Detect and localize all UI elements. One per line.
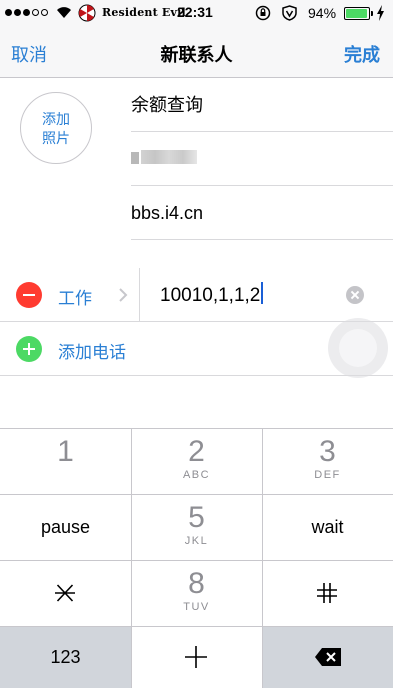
hash-key[interactable] — [262, 560, 393, 626]
phone-row: 工作 10010,1,1,2 — [0, 268, 393, 322]
asterisk-icon — [55, 584, 75, 602]
key-8[interactable]: 8 TUV — [131, 560, 262, 626]
star-key[interactable] — [0, 560, 131, 626]
keypad-divider — [0, 560, 393, 561]
key-2-digit: 2 — [188, 435, 205, 468]
key-5[interactable]: 5 JKL — [131, 494, 262, 560]
done-button[interactable]: 完成 — [344, 41, 380, 67]
divider — [139, 268, 140, 322]
company-field[interactable]: bbs.i4.cn — [131, 186, 393, 240]
pause-label: pause — [40, 517, 91, 537]
text-cursor — [261, 282, 264, 304]
phone-number-input[interactable]: 10010,1,1,2 — [160, 282, 264, 307]
charging-bolt-icon — [377, 5, 384, 21]
battery-percent: 94% — [308, 5, 337, 21]
keypad-divider — [0, 494, 393, 495]
clock: 22:31 — [177, 4, 213, 20]
key-3-letters: DEF — [314, 469, 341, 481]
wait-label: wait — [311, 517, 344, 537]
key-3-digit: 3 — [319, 435, 336, 468]
delete-phone-icon[interactable] — [16, 282, 42, 308]
cancel-button[interactable]: 取消 — [11, 41, 47, 67]
hash-icon — [317, 583, 337, 603]
add-photo-label-line1: 添加 — [42, 111, 70, 127]
company-value: bbs.i4.cn — [131, 203, 204, 223]
assistive-touch-button[interactable] — [328, 318, 388, 378]
keypad-divider — [0, 626, 393, 627]
add-phone-icon[interactable] — [16, 336, 42, 362]
key-1-digit: 1 — [57, 435, 74, 468]
phone-label-selector[interactable]: 工作 — [58, 284, 92, 309]
plus-key[interactable] — [131, 626, 262, 688]
add-photo-label-line2: 照片 — [42, 130, 70, 146]
pause-key[interactable]: pause — [0, 494, 131, 560]
redacted-text — [141, 150, 197, 164]
wait-key[interactable]: wait — [262, 494, 393, 560]
add-photo-button[interactable]: 添加 照片 — [20, 92, 92, 164]
mode-123-label: 123 — [50, 647, 81, 667]
status-bar: Resident Evil 22:31 94% — [0, 0, 393, 28]
key-2-letters: ABC — [182, 469, 211, 481]
key-3[interactable]: 3 DEF — [262, 428, 393, 494]
phone-keypad: 1 2 ABC 3 DEF pause 5 JKL wait 8 TUV 123 — [0, 428, 393, 688]
last-name-field[interactable] — [131, 132, 393, 186]
add-phone-label[interactable]: 添加电话 — [58, 338, 126, 363]
mode-123-key[interactable]: 123 — [0, 626, 131, 688]
keypad-divider — [131, 428, 132, 688]
umbrella-logo-icon — [78, 4, 96, 22]
key-2[interactable]: 2 ABC — [131, 428, 262, 494]
battery-icon — [344, 7, 373, 20]
key-5-digit: 5 — [188, 501, 205, 534]
wifi-icon — [57, 7, 71, 18]
phone-number-value: 10010,1,1,2 — [160, 285, 261, 306]
clear-text-icon[interactable] — [346, 286, 364, 304]
keypad-divider — [262, 428, 263, 688]
key-5-letters: JKL — [184, 535, 209, 547]
key-8-letters: TUV — [183, 601, 210, 613]
backspace-key[interactable] — [262, 626, 393, 688]
chevron-right-icon[interactable] — [118, 287, 128, 303]
redacted-text — [131, 152, 139, 164]
key-1[interactable]: 1 — [0, 428, 131, 494]
carrier-name: Resident Evil — [102, 6, 186, 19]
key-8-digit: 8 — [188, 567, 205, 600]
first-name-field[interactable]: 余额查询 — [131, 78, 393, 132]
page-title: 新联系人 — [160, 45, 233, 65]
orientation-lock-icon — [255, 5, 271, 21]
navigation-bar: 新联系人 取消 完成 — [0, 28, 393, 78]
plus-sign-icon — [185, 646, 207, 668]
location-shield-icon — [282, 5, 297, 21]
backspace-icon — [315, 648, 341, 666]
first-name-value: 余额查询 — [131, 95, 203, 115]
keypad-divider — [0, 428, 393, 429]
signal-strength-icon — [5, 9, 48, 16]
